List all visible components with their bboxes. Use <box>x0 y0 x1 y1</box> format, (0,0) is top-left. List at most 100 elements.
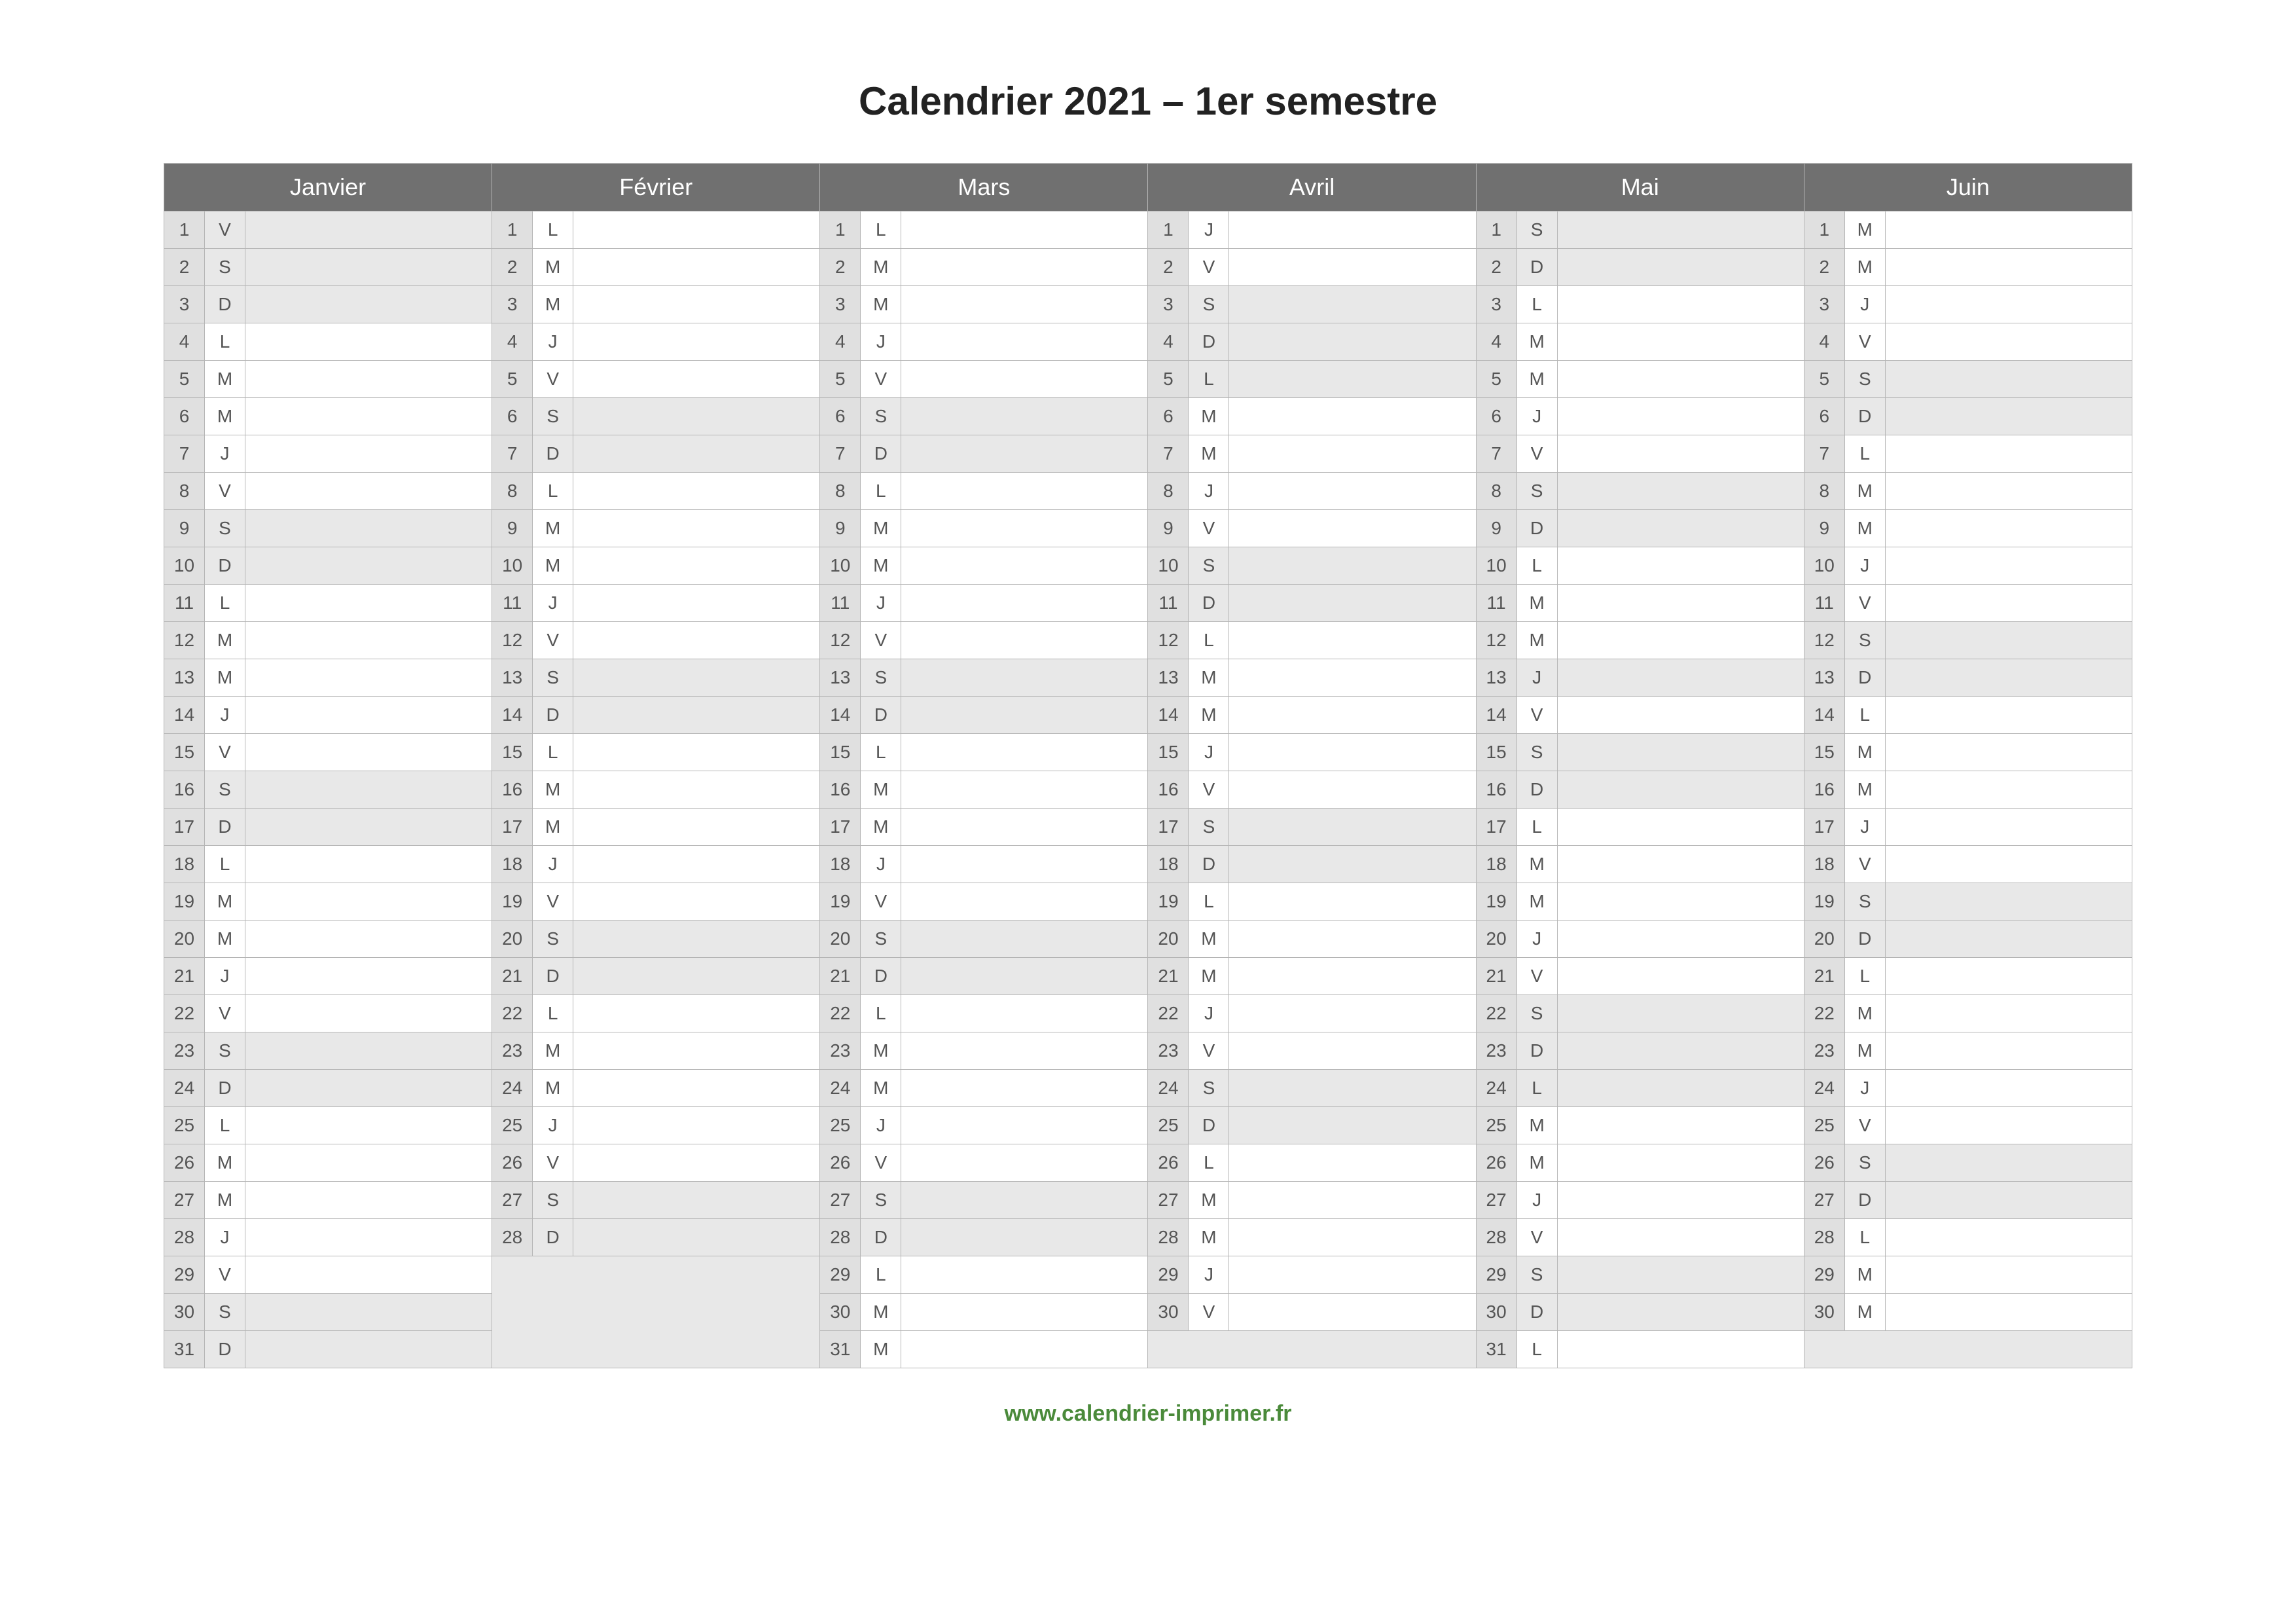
empty-day <box>1148 1331 1476 1368</box>
day-row: 3D3M3M3S3L3J <box>164 286 2132 323</box>
day-note <box>245 286 492 323</box>
day-weekday: M <box>861 1294 901 1331</box>
day-number: 18 <box>492 846 533 883</box>
day-note <box>1885 1107 2132 1144</box>
day-number: 7 <box>1804 435 1844 473</box>
day-number: 27 <box>1476 1182 1516 1219</box>
day-weekday: S <box>1844 622 1885 659</box>
day-weekday: L <box>1189 361 1229 398</box>
day-weekday: J <box>1189 473 1229 510</box>
day-number: 22 <box>820 995 861 1032</box>
day-note <box>1557 585 1804 622</box>
day-number: 30 <box>1476 1294 1516 1331</box>
day-weekday: J <box>205 958 245 995</box>
day-number: 29 <box>1476 1256 1516 1294</box>
day-note <box>1885 659 2132 697</box>
day-weekday: S <box>205 249 245 286</box>
day-note <box>573 211 820 249</box>
day-note <box>1229 883 1476 921</box>
day-note <box>245 1107 492 1144</box>
day-note <box>573 734 820 771</box>
day-row: 7J7D7D7M7V7L <box>164 435 2132 473</box>
day-row: 23S23M23M23V23D23M <box>164 1032 2132 1070</box>
day-weekday: D <box>861 435 901 473</box>
day-weekday: L <box>533 211 573 249</box>
day-number: 1 <box>164 211 205 249</box>
day-weekday: V <box>861 361 901 398</box>
day-number: 15 <box>164 734 205 771</box>
day-weekday: J <box>1189 1256 1229 1294</box>
day-weekday: L <box>1516 1331 1557 1368</box>
day-weekday: D <box>205 1070 245 1107</box>
day-weekday: S <box>1189 286 1229 323</box>
day-weekday: V <box>1844 585 1885 622</box>
day-number: 20 <box>1476 921 1516 958</box>
day-note <box>1557 1032 1804 1070</box>
day-note <box>901 734 1148 771</box>
day-weekday: M <box>861 1032 901 1070</box>
day-weekday: V <box>1516 1219 1557 1256</box>
day-number: 15 <box>1804 734 1844 771</box>
day-weekday: M <box>1189 958 1229 995</box>
day-number: 20 <box>164 921 205 958</box>
day-number: 7 <box>1148 435 1189 473</box>
day-weekday: M <box>1844 734 1885 771</box>
day-note <box>1557 883 1804 921</box>
day-weekday: V <box>205 1256 245 1294</box>
day-note <box>1229 1182 1476 1219</box>
day-note <box>901 697 1148 734</box>
day-number: 8 <box>164 473 205 510</box>
day-number: 3 <box>1476 286 1516 323</box>
day-weekday: J <box>533 1107 573 1144</box>
day-note <box>1557 249 1804 286</box>
day-note <box>1557 510 1804 547</box>
day-note <box>573 1219 820 1256</box>
day-number: 28 <box>1148 1219 1189 1256</box>
day-number: 27 <box>820 1182 861 1219</box>
day-note <box>1885 846 2132 883</box>
day-note <box>1229 1032 1476 1070</box>
day-note <box>245 809 492 846</box>
day-number: 24 <box>1148 1070 1189 1107</box>
day-number: 28 <box>492 1219 533 1256</box>
day-number: 28 <box>1476 1219 1516 1256</box>
day-weekday: M <box>1844 995 1885 1032</box>
day-weekday: D <box>205 286 245 323</box>
day-number: 16 <box>1148 771 1189 809</box>
day-number: 27 <box>492 1182 533 1219</box>
day-note <box>1885 435 2132 473</box>
day-weekday: D <box>1844 659 1885 697</box>
day-note <box>1229 622 1476 659</box>
day-note <box>1885 1256 2132 1294</box>
day-weekday: J <box>861 585 901 622</box>
day-number: 13 <box>1476 659 1516 697</box>
day-number: 7 <box>1476 435 1516 473</box>
day-number: 1 <box>820 211 861 249</box>
day-note <box>1557 398 1804 435</box>
day-weekday: V <box>533 883 573 921</box>
day-weekday: J <box>205 435 245 473</box>
day-number: 15 <box>1476 734 1516 771</box>
day-weekday: V <box>1844 323 1885 361</box>
month-header-row: JanvierFévrierMarsAvrilMaiJuin <box>164 164 2132 211</box>
day-weekday: S <box>861 398 901 435</box>
day-weekday: D <box>1516 510 1557 547</box>
day-weekday: M <box>1844 1032 1885 1070</box>
day-weekday: M <box>861 771 901 809</box>
day-weekday: V <box>533 622 573 659</box>
day-weekday: L <box>1516 547 1557 585</box>
day-number: 23 <box>820 1032 861 1070</box>
day-number: 11 <box>164 585 205 622</box>
day-number: 13 <box>820 659 861 697</box>
day-note <box>573 995 820 1032</box>
footer-link: www.calendrier-imprimer.fr <box>164 1401 2132 1427</box>
day-row: 31D31M31L <box>164 1331 2132 1368</box>
day-note <box>901 211 1148 249</box>
day-note <box>901 1107 1148 1144</box>
day-number: 10 <box>1804 547 1844 585</box>
day-note <box>573 622 820 659</box>
day-note <box>901 323 1148 361</box>
day-weekday: M <box>1516 323 1557 361</box>
day-note <box>1229 585 1476 622</box>
day-number: 25 <box>1476 1107 1516 1144</box>
